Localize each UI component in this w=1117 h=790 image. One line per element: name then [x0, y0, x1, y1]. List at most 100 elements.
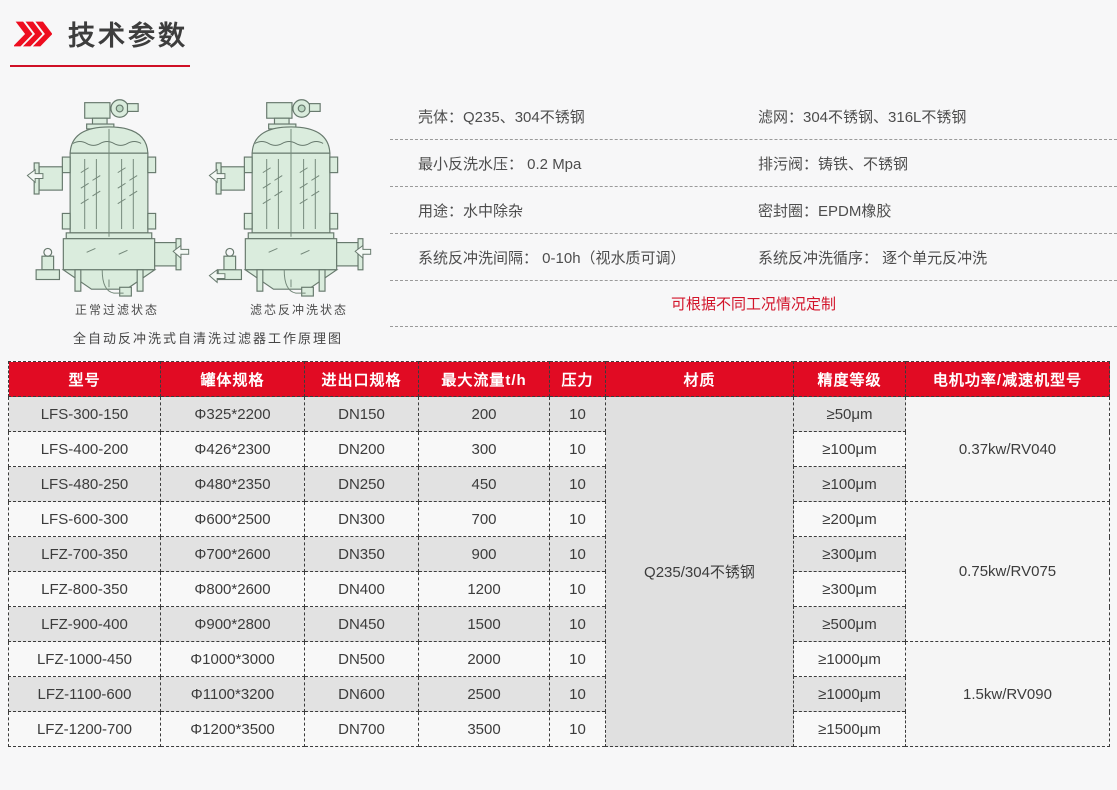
cell-pressure: 10: [550, 712, 606, 747]
spec-item: 排污阀：铸铁、不锈钢: [758, 153, 1117, 174]
spec-item: 最小反洗水压： 0.2 Mpa: [418, 153, 758, 174]
cell-precision: ≥200μm: [794, 502, 906, 537]
cell-model: LFZ-900-400: [9, 607, 161, 642]
cell-max-flow: 200: [419, 397, 550, 432]
cell-tank-spec: Φ325*2200: [161, 397, 305, 432]
spec-list: 壳体：Q235、304不锈钢滤网：304不锈钢、316L不锈钢最小反洗水压： 0…: [390, 93, 1117, 347]
cell-max-flow: 1200: [419, 572, 550, 607]
cell-max-flow: 2500: [419, 677, 550, 712]
column-header: 电机功率/减速机型号: [906, 362, 1110, 397]
content-row: 正常过滤状态 滤芯反冲洗状态 全自动反冲洗式自清洗过滤器工作原理图 壳体：Q23…: [0, 91, 1117, 347]
cell-tank-spec: Φ600*2500: [161, 502, 305, 537]
spec-row: 壳体：Q235、304不锈钢滤网：304不锈钢、316L不锈钢: [390, 93, 1117, 140]
cell-tank-spec: Φ480*2350: [161, 467, 305, 502]
spec-item: 滤网：304不锈钢、316L不锈钢: [758, 106, 1117, 127]
cell-pressure: 10: [550, 502, 606, 537]
cell-precision: ≥100μm: [794, 467, 906, 502]
column-header: 进出口规格: [305, 362, 419, 397]
parameters-table: 型号罐体规格进出口规格最大流量t/h压力材质精度等级电机功率/减速机型号 LFS…: [8, 361, 1110, 747]
cell-model: LFS-400-200: [9, 432, 161, 467]
column-header: 型号: [9, 362, 161, 397]
cell-precision: ≥50μm: [794, 397, 906, 432]
spec-row: 用途：水中除杂密封圈：EPDM橡胶: [390, 187, 1117, 234]
triple-chevron-right-icon: [14, 20, 52, 48]
cell-pressure: 10: [550, 397, 606, 432]
cell-motor-power: 0.75kw/RV075: [906, 502, 1110, 642]
diagram-label-normal: 正常过滤状态: [26, 301, 208, 318]
cell-model: LFS-300-150: [9, 397, 161, 432]
filter-diagram-normal-image: [26, 91, 192, 297]
cell-max-flow: 700: [419, 502, 550, 537]
cell-model: LFZ-800-350: [9, 572, 161, 607]
cell-precision: ≥300μm: [794, 572, 906, 607]
spec-item: 系统反冲洗循序： 逐个单元反冲洗: [758, 247, 1117, 268]
spec-row: 最小反洗水压： 0.2 Mpa排污阀：铸铁、不锈钢: [390, 140, 1117, 187]
page-title: 技术参数: [68, 14, 188, 53]
cell-precision: ≥300μm: [794, 537, 906, 572]
cell-tank-spec: Φ1000*3000: [161, 642, 305, 677]
diagram-state-labels: 正常过滤状态 滤芯反冲洗状态: [26, 301, 390, 318]
spec-item: 壳体：Q235、304不锈钢: [418, 106, 758, 127]
cell-max-flow: 1500: [419, 607, 550, 642]
cell-port-spec: DN600: [305, 677, 419, 712]
cell-motor-power: 0.37kw/RV040: [906, 397, 1110, 502]
table-header-row: 型号罐体规格进出口规格最大流量t/h压力材质精度等级电机功率/减速机型号: [9, 362, 1110, 397]
diagram-caption: 全自动反冲洗式自清洗过滤器工作原理图: [26, 328, 390, 347]
cell-precision: ≥1500μm: [794, 712, 906, 747]
cell-max-flow: 300: [419, 432, 550, 467]
cell-port-spec: DN450: [305, 607, 419, 642]
cell-model: LFS-480-250: [9, 467, 161, 502]
cell-material: Q235/304不锈钢: [606, 397, 794, 747]
column-header: 精度等级: [794, 362, 906, 397]
spec-row: 系统反冲洗间隔： 0-10h（视水质可调）系统反冲洗循序： 逐个单元反冲洗: [390, 234, 1117, 281]
spec-item: 密封圈：EPDM橡胶: [758, 200, 1117, 221]
diagram-panel: 正常过滤状态 滤芯反冲洗状态 全自动反冲洗式自清洗过滤器工作原理图: [0, 91, 390, 347]
column-header: 最大流量t/h: [419, 362, 550, 397]
cell-motor-power: 1.5kw/RV090: [906, 642, 1110, 747]
spec-item: 系统反冲洗间隔： 0-10h（视水质可调）: [418, 247, 758, 268]
cell-port-spec: DN350: [305, 537, 419, 572]
cell-port-spec: DN300: [305, 502, 419, 537]
cell-pressure: 10: [550, 467, 606, 502]
cell-model: LFZ-700-350: [9, 537, 161, 572]
cell-pressure: 10: [550, 432, 606, 467]
cell-pressure: 10: [550, 537, 606, 572]
custom-note: 可根据不同工况情况定制: [390, 281, 1117, 327]
cell-pressure: 10: [550, 642, 606, 677]
cell-model: LFZ-1100-600: [9, 677, 161, 712]
cell-precision: ≥1000μm: [794, 642, 906, 677]
cell-precision: ≥1000μm: [794, 677, 906, 712]
table-row: LFZ-1000-450Φ1000*3000DN500200010≥1000μm…: [9, 642, 1110, 677]
spec-item: 用途：水中除杂: [418, 200, 758, 221]
table-row: LFS-300-150Φ325*2200DN15020010Q235/304不锈…: [9, 397, 1110, 432]
cell-tank-spec: Φ700*2600: [161, 537, 305, 572]
column-header: 罐体规格: [161, 362, 305, 397]
section-header: 技术参数: [0, 0, 1117, 67]
cell-tank-spec: Φ1100*3200: [161, 677, 305, 712]
cell-tank-spec: Φ800*2600: [161, 572, 305, 607]
table-body: LFS-300-150Φ325*2200DN15020010Q235/304不锈…: [9, 397, 1110, 747]
cell-port-spec: DN200: [305, 432, 419, 467]
cell-max-flow: 900: [419, 537, 550, 572]
cell-model: LFZ-1000-450: [9, 642, 161, 677]
cell-port-spec: DN250: [305, 467, 419, 502]
cell-precision: ≥100μm: [794, 432, 906, 467]
diagram-label-backwash: 滤芯反冲洗状态: [208, 301, 390, 318]
column-header: 材质: [606, 362, 794, 397]
filter-diagram-backwash-image: [208, 91, 374, 297]
cell-max-flow: 450: [419, 467, 550, 502]
cell-tank-spec: Φ1200*3500: [161, 712, 305, 747]
technical-parameters-page: 技术参数: [0, 0, 1117, 790]
cell-pressure: 10: [550, 677, 606, 712]
cell-model: LFS-600-300: [9, 502, 161, 537]
cell-port-spec: DN150: [305, 397, 419, 432]
cell-port-spec: DN500: [305, 642, 419, 677]
column-header: 压力: [550, 362, 606, 397]
cell-precision: ≥500μm: [794, 607, 906, 642]
cell-port-spec: DN700: [305, 712, 419, 747]
cell-model: LFZ-1200-700: [9, 712, 161, 747]
table-row: LFS-600-300Φ600*2500DN30070010≥200μm0.75…: [9, 502, 1110, 537]
cell-pressure: 10: [550, 607, 606, 642]
title-underline: [10, 65, 190, 67]
cell-port-spec: DN400: [305, 572, 419, 607]
